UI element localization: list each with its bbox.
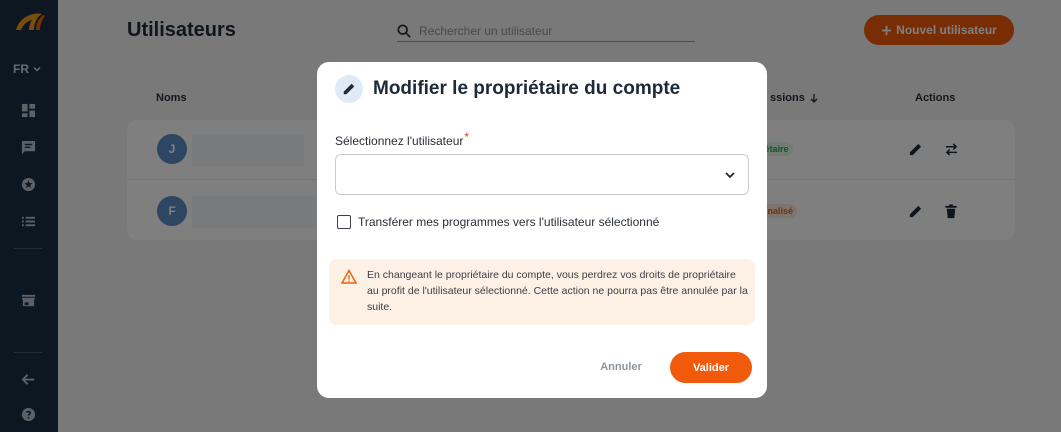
required-asterisk: * (464, 130, 470, 144)
validate-button[interactable]: Valider (670, 352, 752, 383)
dialog-title: Modifier le propriétaire du compte (373, 78, 681, 99)
user-select[interactable] (335, 154, 749, 195)
warning-icon (341, 269, 357, 284)
change-owner-dialog: Modifier le propriétaire du compte Sélec… (317, 62, 767, 398)
chevron-down-icon (725, 172, 735, 179)
select-user-label-text: Sélectionnez l'utilisateur (335, 134, 464, 148)
pencil-icon (335, 75, 363, 103)
warning-alert: En changeant le propriétaire du compte, … (329, 259, 755, 325)
transfer-programs-option[interactable]: Transférer mes programmes vers l'utilisa… (337, 215, 659, 229)
cancel-button[interactable]: Annuler (593, 353, 649, 381)
warning-text: En changeant le propriétaire du compte, … (367, 269, 748, 313)
transfer-programs-label: Transférer mes programmes vers l'utilisa… (358, 215, 660, 229)
transfer-programs-checkbox[interactable] (337, 215, 351, 229)
select-user-label: Sélectionnez l'utilisateur* (335, 130, 469, 148)
